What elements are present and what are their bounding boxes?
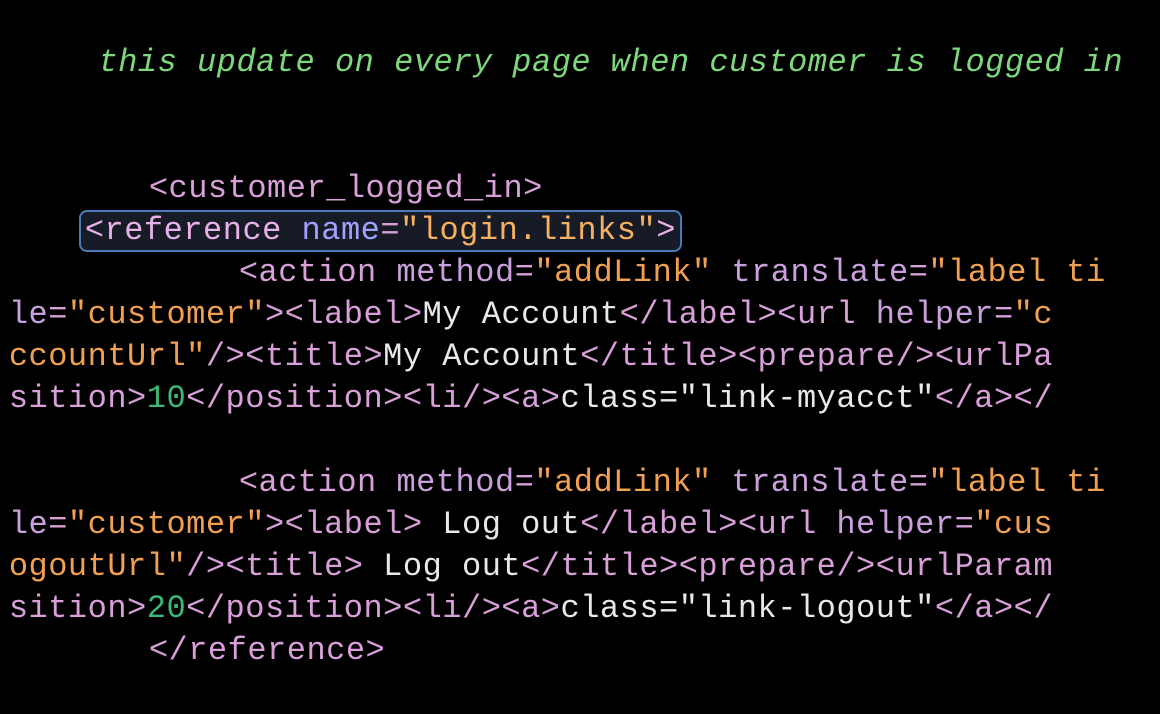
xml-tag: />	[186, 548, 225, 585]
xml-tag: <label>	[285, 296, 423, 333]
code-editor[interactable]: this update on every page when customer …	[0, 0, 1160, 630]
xml-tag: <	[239, 464, 259, 501]
xml-tag: <urlPa	[935, 338, 1053, 375]
xml-tag: </label>	[580, 506, 738, 543]
xml-string: "label ti	[928, 464, 1105, 501]
xml-string: "cus	[974, 506, 1053, 543]
xml-attr: method	[396, 254, 514, 291]
xml-tag: <urlParam	[876, 548, 1053, 585]
xml-tag: </label>	[620, 296, 778, 333]
xml-tag: </a>	[935, 380, 1014, 417]
xml-tag: </	[1014, 590, 1053, 627]
xml-text: class="link-logout"	[561, 590, 935, 627]
xml-tag-name: reference	[105, 212, 282, 249]
xml-string: "c	[1014, 296, 1053, 333]
xml-number: 20	[147, 590, 186, 627]
comment-text: this update on every page when customer …	[79, 44, 1123, 81]
xml-tag: sition>	[9, 380, 147, 417]
blank-line	[0, 84, 1160, 126]
xml-text: Log out	[363, 548, 521, 585]
xml-string: "customer"	[68, 296, 265, 333]
xml-attr: helper	[836, 506, 954, 543]
xml-tag: />	[206, 338, 245, 375]
xml-string: "label ti	[928, 254, 1105, 291]
xml-tag: <prepare/>	[679, 548, 876, 585]
xml-tag: >	[265, 296, 285, 333]
xml-tag: <prepare/>	[738, 338, 935, 375]
code-line: <action method="addLink" translate="labe…	[0, 420, 1160, 462]
xml-tag: <title>	[226, 548, 364, 585]
xml-tag: sition>	[9, 590, 147, 627]
xml-text: My Account	[423, 296, 620, 333]
xml-tag: </a>	[935, 590, 1014, 627]
xml-attr: name	[302, 212, 381, 249]
xml-string: ccountUrl"	[9, 338, 206, 375]
xml-tag: </	[1014, 380, 1053, 417]
xml-tag: </reference>	[149, 632, 385, 669]
xml-string: ogoutUrl"	[9, 548, 186, 585]
xml-tag: <url	[738, 506, 817, 543]
xml-tag: </position>	[186, 380, 403, 417]
xml-tag: <li/>	[403, 380, 502, 417]
xml-tag: >	[656, 212, 676, 249]
xml-attr: helper	[876, 296, 994, 333]
xml-attr: le	[9, 506, 48, 543]
xml-string: "login.links"	[400, 212, 656, 249]
xml-tag: <title>	[245, 338, 383, 375]
xml-tag-name: action	[259, 464, 377, 501]
xml-text: Log out	[423, 506, 581, 543]
xml-tag: <a>	[501, 590, 560, 627]
xml-string: "addLink"	[534, 464, 711, 501]
code-line: <customer_logged_in>	[0, 126, 1160, 168]
xml-eq: =	[380, 212, 400, 249]
xml-text: class="link-myacct"	[561, 380, 935, 417]
xml-attr: translate	[731, 254, 908, 291]
xml-tag: <	[239, 254, 259, 291]
highlighted-selection[interactable]: <reference name="login.links">	[79, 210, 682, 252]
xml-tag: >	[265, 506, 285, 543]
xml-tag: <	[85, 212, 105, 249]
xml-tag: </title>	[580, 338, 738, 375]
xml-tag: </title>	[521, 548, 679, 585]
xml-string: "addLink"	[534, 254, 711, 291]
xml-attr: translate	[731, 464, 908, 501]
xml-attr: le	[9, 296, 48, 333]
xml-tag: <li/>	[403, 590, 502, 627]
xml-text: My Account	[383, 338, 580, 375]
xml-number: 10	[147, 380, 186, 417]
xml-tag: <url	[777, 296, 856, 333]
xml-tag: </position>	[186, 590, 403, 627]
xml-tag: <label>	[285, 506, 423, 543]
xml-attr: method	[396, 464, 514, 501]
xml-string: "customer"	[68, 506, 265, 543]
xml-tag-name: action	[259, 254, 377, 291]
xml-tag: <customer_logged_in>	[149, 170, 543, 207]
code-line-comment: this update on every page when customer …	[0, 0, 1160, 42]
xml-tag: <a>	[501, 380, 560, 417]
